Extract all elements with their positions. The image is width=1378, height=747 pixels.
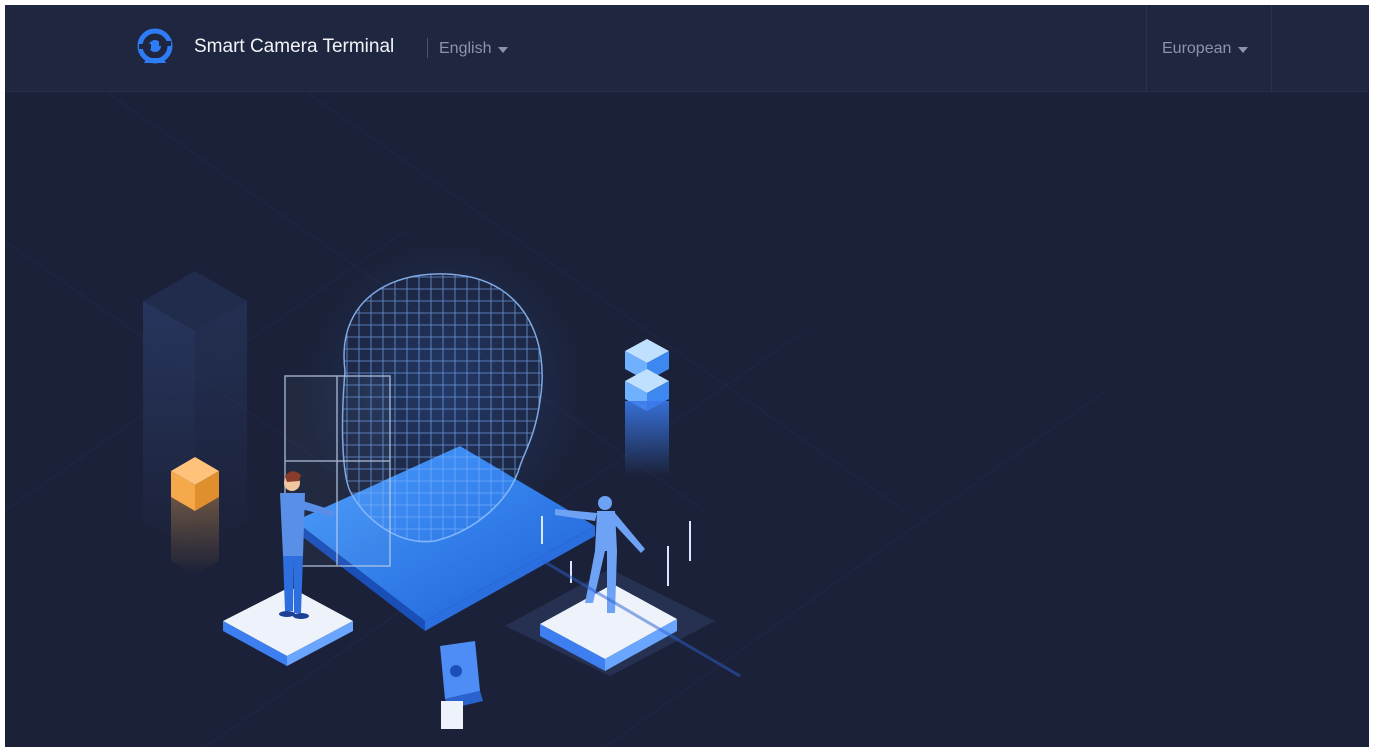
login-page: Smart Camera Terminal English European: [5, 5, 1369, 747]
camera-logo-icon: [137, 28, 173, 64]
card-reader-device: [440, 641, 483, 729]
language-select-label: English: [439, 40, 492, 57]
language-select[interactable]: English: [439, 39, 509, 59]
blue-cube-stack: [625, 339, 669, 476]
region-select[interactable]: European: [1162, 39, 1249, 59]
top-bar: Smart Camera Terminal English European: [5, 5, 1369, 92]
orange-cube: [171, 457, 219, 575]
hero-illustration: [5, 91, 1106, 747]
title-divider: [427, 38, 428, 58]
app-title: Smart Camera Terminal: [194, 36, 395, 57]
caret-down-icon: [498, 47, 509, 53]
caret-down-icon: [1238, 47, 1249, 53]
region-select-label: European: [1162, 40, 1232, 57]
